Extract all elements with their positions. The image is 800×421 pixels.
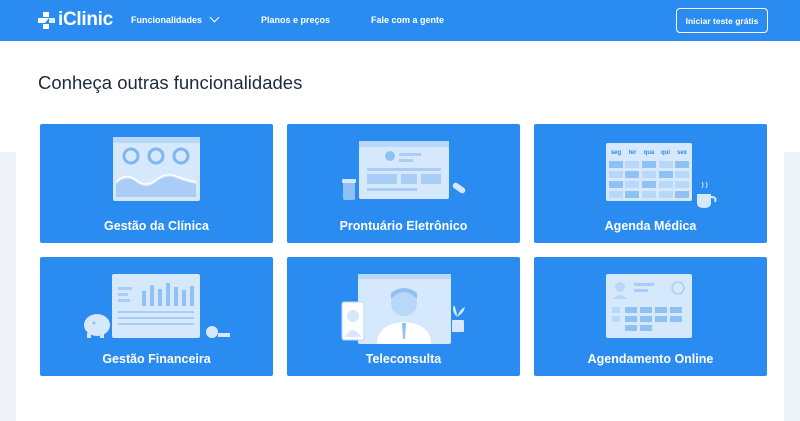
card-prontuario-eletronico[interactable]: Prontuário Eletrônico	[287, 124, 520, 243]
card-agenda-medica[interactable]: seg ter qua qui sex Agenda Médica	[534, 124, 767, 243]
logo-text: iClinic	[58, 9, 113, 30]
dashboard-illustration	[113, 137, 200, 201]
section-title: Conheça outras funcionalidades	[38, 72, 303, 93]
finance-illustration	[84, 274, 230, 338]
top-navbar: iClinic Funcionalidades Planos e preços …	[0, 0, 800, 41]
logo[interactable]: iClinic	[37, 10, 113, 30]
nav-label: Fale com a gente	[371, 15, 445, 25]
card-teleconsulta[interactable]: Teleconsulta	[287, 257, 520, 376]
card-gestao-financeira[interactable]: Gestão Financeira	[40, 257, 273, 376]
nav-funcionalidades[interactable]: Funcionalidades	[131, 12, 220, 26]
weekday-label: qua	[644, 150, 655, 156]
nav-planos-e-precos[interactable]: Planos e preços	[261, 14, 330, 26]
weekday-label: seg	[611, 150, 622, 156]
calendar-illustration: seg ter qua qui sex	[606, 143, 717, 208]
chevron-down-icon	[209, 12, 220, 23]
card-label: Gestão Financeira	[102, 352, 211, 366]
nav-label: Funcionalidades	[131, 15, 203, 25]
online-booking-illustration	[606, 274, 692, 338]
nav-fale-com-a-gente[interactable]: Fale com a gente	[371, 14, 444, 26]
medical-record-illustration	[342, 141, 466, 200]
card-label: Agenda Médica	[604, 219, 697, 233]
card-label: Gestão da Clínica	[104, 219, 209, 233]
card-agendamento-online[interactable]: Agendamento Online	[534, 257, 767, 376]
card-label: Teleconsulta	[365, 352, 442, 366]
weekday-label: qui	[661, 150, 670, 156]
teleconsultation-illustration	[341, 274, 465, 344]
nav-label: Planos e preços	[261, 15, 331, 25]
card-label: Agendamento Online	[587, 352, 714, 366]
weekday-label: ter	[629, 150, 637, 156]
card-label: Prontuário Eletrônico	[339, 219, 468, 233]
weekday-label: sex	[677, 150, 688, 156]
logo-mark-icon	[37, 11, 56, 30]
card-gestao-da-clinica[interactable]: Gestão da Clínica	[40, 124, 273, 243]
start-free-trial-button[interactable]: Iniciar teste grátis	[676, 8, 768, 33]
